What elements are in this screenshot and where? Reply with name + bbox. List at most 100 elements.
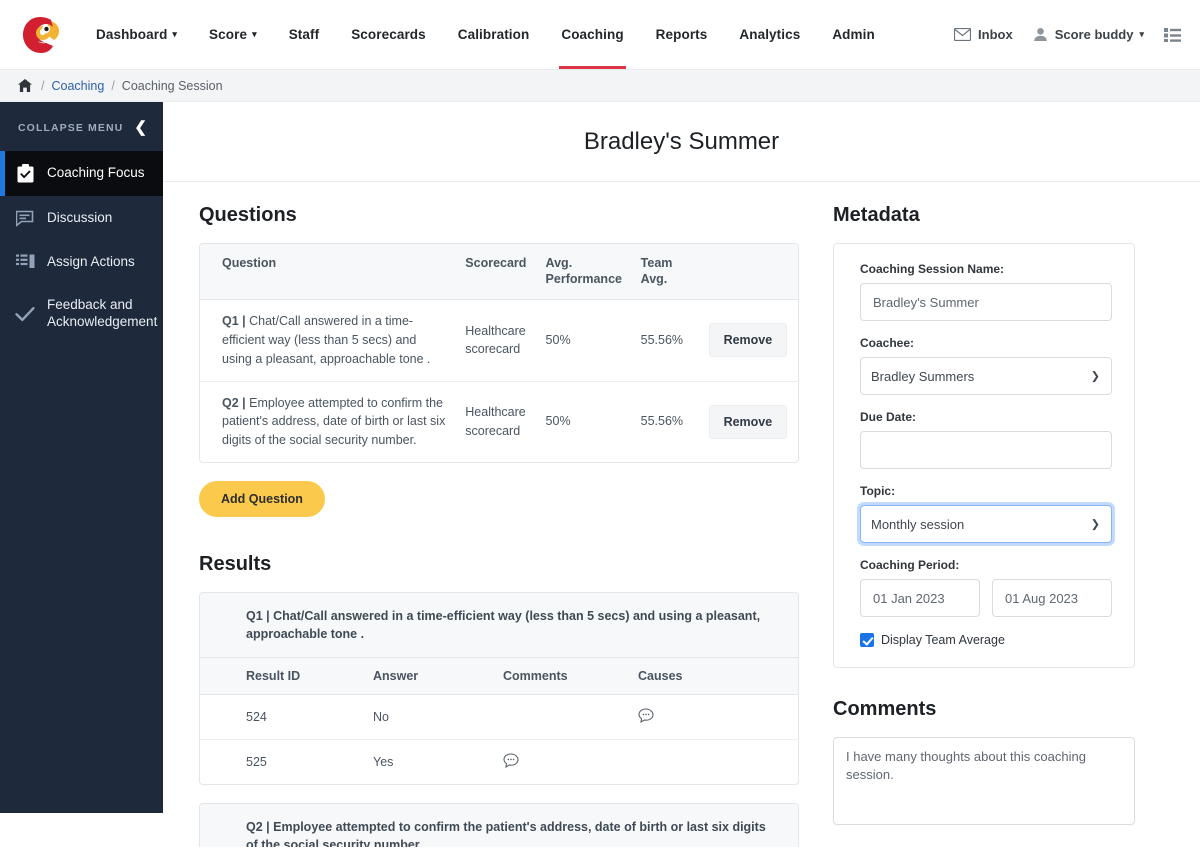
- breadcrumb-separator: /: [111, 78, 115, 93]
- session-name-input[interactable]: [860, 283, 1112, 321]
- remove-question-button[interactable]: Remove: [708, 404, 788, 439]
- nav-item-calibration[interactable]: Calibration: [442, 0, 546, 69]
- primary-nav-links: Dashboard ▾ Score ▾ Staff Scorecards Cal…: [80, 0, 891, 69]
- nav-item-analytics[interactable]: Analytics: [723, 0, 816, 69]
- chevron-left-icon: ❮: [134, 119, 147, 136]
- comments-cell: [495, 694, 630, 740]
- right-column: Metadata Coaching Session Name: Coachee:…: [833, 204, 1135, 847]
- causes-cell: [630, 694, 798, 740]
- chevron-down-icon: ▾: [1139, 29, 1144, 39]
- nav-right-group: Inbox Score buddy ▾: [944, 27, 1186, 42]
- breadcrumb-separator: /: [41, 78, 45, 93]
- question-text: Chat/Call answered in a time-efficient w…: [246, 608, 761, 641]
- nav-item-staff[interactable]: Staff: [273, 0, 336, 69]
- nav-item-coaching[interactable]: Coaching: [545, 0, 639, 69]
- add-question-button[interactable]: Add Question: [199, 480, 325, 517]
- column-header-question: Question: [200, 244, 458, 301]
- top-navigation-bar: Dashboard ▾ Score ▾ Staff Scorecards Cal…: [0, 0, 1200, 70]
- results-block-q2: Q2 | Employee attempted to confirm the p…: [199, 803, 799, 847]
- question-number: Q2 |: [222, 395, 250, 410]
- field-coachee: Coachee: Bradley Summers ❯: [860, 336, 1112, 395]
- due-date-label: Due Date:: [860, 410, 917, 424]
- nav-item-scorecards[interactable]: Scorecards: [335, 0, 442, 69]
- nav-item-score[interactable]: Score ▾: [193, 0, 273, 69]
- remove-question-button[interactable]: Remove: [708, 323, 788, 358]
- envelope-icon: [954, 28, 972, 41]
- coachee-select-wrapper: Bradley Summers ❯: [860, 357, 1112, 395]
- field-topic: Topic: Monthly session ❯: [860, 484, 1112, 543]
- results-block-title: Q1 | Chat/Call answered in a time-effici…: [200, 592, 798, 658]
- nav-item-reports[interactable]: Reports: [640, 0, 724, 69]
- clipboard-check-icon: [14, 164, 36, 183]
- breadcrumb-current: Coaching Session: [121, 78, 223, 93]
- result-id-cell: 525: [246, 755, 267, 769]
- comment-bubble-icon[interactable]: [638, 708, 654, 723]
- nav-label: Admin: [832, 27, 875, 42]
- speech-bubble-icon: [14, 210, 36, 227]
- table-row: Q1 | Chat/Call answered in a time-effici…: [200, 299, 798, 382]
- due-date-input[interactable]: [860, 431, 1112, 469]
- answer-cell: No: [365, 694, 495, 740]
- field-session-name: Coaching Session Name:: [860, 262, 1112, 321]
- task-list-icon: [14, 254, 36, 270]
- user-icon: [1033, 27, 1048, 42]
- user-menu-button[interactable]: Score buddy ▾: [1023, 27, 1154, 42]
- sidebar-item-discussion[interactable]: Discussion: [0, 196, 163, 240]
- avg-performance-cell: 50%: [537, 299, 633, 382]
- breadcrumb: / Coaching / Coaching Session: [0, 70, 1200, 102]
- causes-cell: [630, 740, 798, 784]
- question-cell: Q2 | Employee attempted to confirm the p…: [200, 381, 457, 462]
- coachee-select[interactable]: Bradley Summers: [860, 357, 1112, 395]
- team-avg-cell: 55.56%: [640, 414, 684, 429]
- comment-bubble-icon[interactable]: [503, 753, 519, 768]
- column-header-avg-performance: Avg. Performance: [537, 244, 633, 301]
- display-team-average-checkbox[interactable]: [860, 633, 874, 647]
- nav-item-dashboard[interactable]: Dashboard ▾: [80, 0, 193, 69]
- questions-table-card: Question Scorecard Avg. Performance Team…: [199, 243, 799, 463]
- questions-heading: Questions: [199, 204, 297, 226]
- nav-label: Analytics: [739, 27, 801, 42]
- sidebar-item-assign-actions[interactable]: Assign Actions: [0, 240, 163, 284]
- coaching-period-from-input[interactable]: [860, 579, 980, 617]
- result-id-cell: 524: [200, 694, 365, 740]
- inbox-button[interactable]: Inbox: [944, 27, 1023, 42]
- question-text: Employee attempted to confirm the patien…: [246, 820, 766, 847]
- breadcrumb-link-coaching[interactable]: Coaching: [51, 79, 104, 93]
- question-text: Employee attempted to confirm the patien…: [222, 395, 446, 448]
- question-number: Q1 |: [246, 608, 274, 623]
- apps-menu-button[interactable]: [1154, 27, 1186, 42]
- column-header-actions: [700, 244, 798, 301]
- nav-label: Coaching: [561, 27, 624, 42]
- nav-label: Reports: [655, 27, 708, 42]
- home-icon[interactable]: [18, 79, 32, 92]
- content-columns: Questions Question Scorecard Avg. Perfor…: [163, 182, 1200, 847]
- collapse-menu-button[interactable]: COLLAPSE MENU ❮: [0, 102, 163, 151]
- coaching-period-to-input[interactable]: [992, 579, 1112, 617]
- sidebar-item-label: Assign Actions: [47, 253, 135, 269]
- results-block-q1: Q1 | Chat/Call answered in a time-effici…: [199, 591, 799, 785]
- column-header-team-avg: Team Avg.: [632, 244, 701, 301]
- display-team-average-label: Display Team Average: [881, 633, 1005, 647]
- parrot-logo[interactable]: [18, 13, 62, 57]
- coaching-period-label: Coaching Period:: [860, 558, 960, 572]
- display-team-average-row[interactable]: Display Team Average: [860, 633, 1112, 647]
- column-header-scorecard: Scorecard: [457, 244, 538, 301]
- check-icon: [14, 306, 36, 322]
- results-table: Result ID Answer Comments Causes 524 No: [200, 658, 798, 784]
- column-header-comments: Comments: [495, 658, 630, 695]
- answer-cell: Yes: [373, 755, 394, 769]
- field-coaching-period: Coaching Period:: [860, 558, 1112, 617]
- comments-textarea[interactable]: I have many thoughts about this coaching…: [833, 737, 1135, 825]
- topic-select[interactable]: Monthly session: [860, 505, 1112, 543]
- questions-table: Question Scorecard Avg. Performance Team…: [200, 244, 798, 462]
- coaching-period-row: [860, 579, 1112, 617]
- actions-cell: Remove: [701, 381, 798, 462]
- nav-item-admin[interactable]: Admin: [816, 0, 891, 69]
- nav-label: Staff: [288, 27, 320, 42]
- sidebar-item-coaching-focus[interactable]: Coaching Focus: [0, 151, 163, 196]
- table-row: 524 No: [200, 694, 798, 740]
- sidebar-item-feedback-and-acknowledgement[interactable]: Feedback and Acknowledgement: [0, 284, 163, 344]
- left-column: Questions Question Scorecard Avg. Perfor…: [199, 204, 799, 847]
- topic-label: Topic:: [860, 484, 896, 498]
- question-number: Q2 |: [246, 820, 274, 834]
